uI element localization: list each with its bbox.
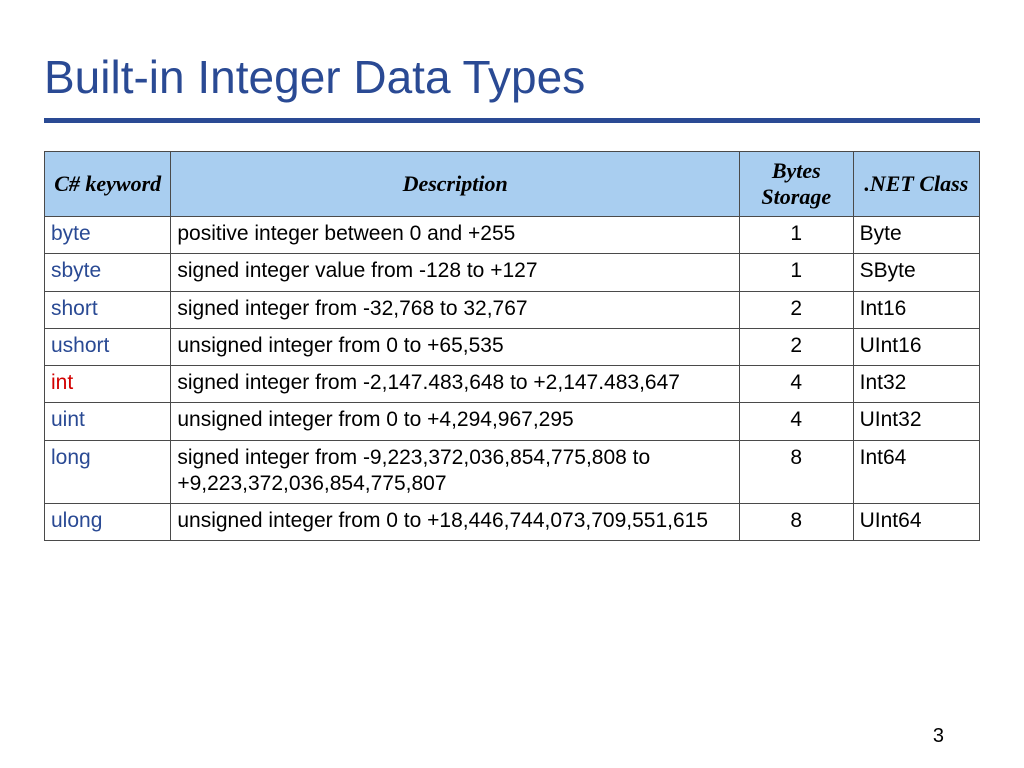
cell-netclass: Int32 [853, 366, 979, 403]
th-netclass: .NET Class [853, 152, 979, 217]
table-row: shortsigned integer from -32,768 to 32,7… [45, 291, 980, 328]
cell-description: unsigned integer from 0 to +4,294,967,29… [171, 403, 740, 440]
title-rule [44, 118, 980, 123]
datatypes-table: C# keyword Description Bytes Storage .NE… [44, 151, 980, 541]
cell-description: positive integer between 0 and +255 [171, 217, 740, 254]
table-row: ushortunsigned integer from 0 to +65,535… [45, 328, 980, 365]
cell-description: signed integer from -9,223,372,036,854,7… [171, 440, 740, 504]
cell-bytes: 2 [739, 291, 853, 328]
cell-netclass: UInt16 [853, 328, 979, 365]
th-bytes: Bytes Storage [739, 152, 853, 217]
table-body: bytepositive integer between 0 and +2551… [45, 217, 980, 541]
cell-bytes: 8 [739, 440, 853, 504]
cell-bytes: 1 [739, 217, 853, 254]
table-row: bytepositive integer between 0 and +2551… [45, 217, 980, 254]
cell-netclass: Int64 [853, 440, 979, 504]
table-row: uintunsigned integer from 0 to +4,294,96… [45, 403, 980, 440]
cell-bytes: 2 [739, 328, 853, 365]
cell-description: signed integer value from -128 to +127 [171, 254, 740, 291]
cell-description: unsigned integer from 0 to +18,446,744,0… [171, 504, 740, 541]
cell-bytes: 4 [739, 366, 853, 403]
cell-keyword: ushort [45, 328, 171, 365]
cell-keyword: long [45, 440, 171, 504]
slide: Built-in Integer Data Types C# keyword D… [0, 0, 1024, 768]
cell-keyword: int [45, 366, 171, 403]
table-row: intsigned integer from -2,147.483,648 to… [45, 366, 980, 403]
cell-keyword: byte [45, 217, 171, 254]
cell-keyword: short [45, 291, 171, 328]
cell-description: unsigned integer from 0 to +65,535 [171, 328, 740, 365]
cell-keyword: ulong [45, 504, 171, 541]
cell-netclass: Byte [853, 217, 979, 254]
cell-bytes: 1 [739, 254, 853, 291]
page-title: Built-in Integer Data Types [44, 50, 980, 104]
cell-netclass: Int16 [853, 291, 979, 328]
table-row: sbytesigned integer value from -128 to +… [45, 254, 980, 291]
cell-keyword: sbyte [45, 254, 171, 291]
cell-keyword: uint [45, 403, 171, 440]
cell-bytes: 8 [739, 504, 853, 541]
page-number: 3 [933, 725, 944, 748]
cell-bytes: 4 [739, 403, 853, 440]
cell-netclass: UInt32 [853, 403, 979, 440]
table-header-row: C# keyword Description Bytes Storage .NE… [45, 152, 980, 217]
table-row: ulongunsigned integer from 0 to +18,446,… [45, 504, 980, 541]
cell-netclass: SByte [853, 254, 979, 291]
th-description: Description [171, 152, 740, 217]
th-keyword: C# keyword [45, 152, 171, 217]
cell-description: signed integer from -32,768 to 32,767 [171, 291, 740, 328]
cell-netclass: UInt64 [853, 504, 979, 541]
cell-description: signed integer from -2,147.483,648 to +2… [171, 366, 740, 403]
table-row: longsigned integer from -9,223,372,036,8… [45, 440, 980, 504]
